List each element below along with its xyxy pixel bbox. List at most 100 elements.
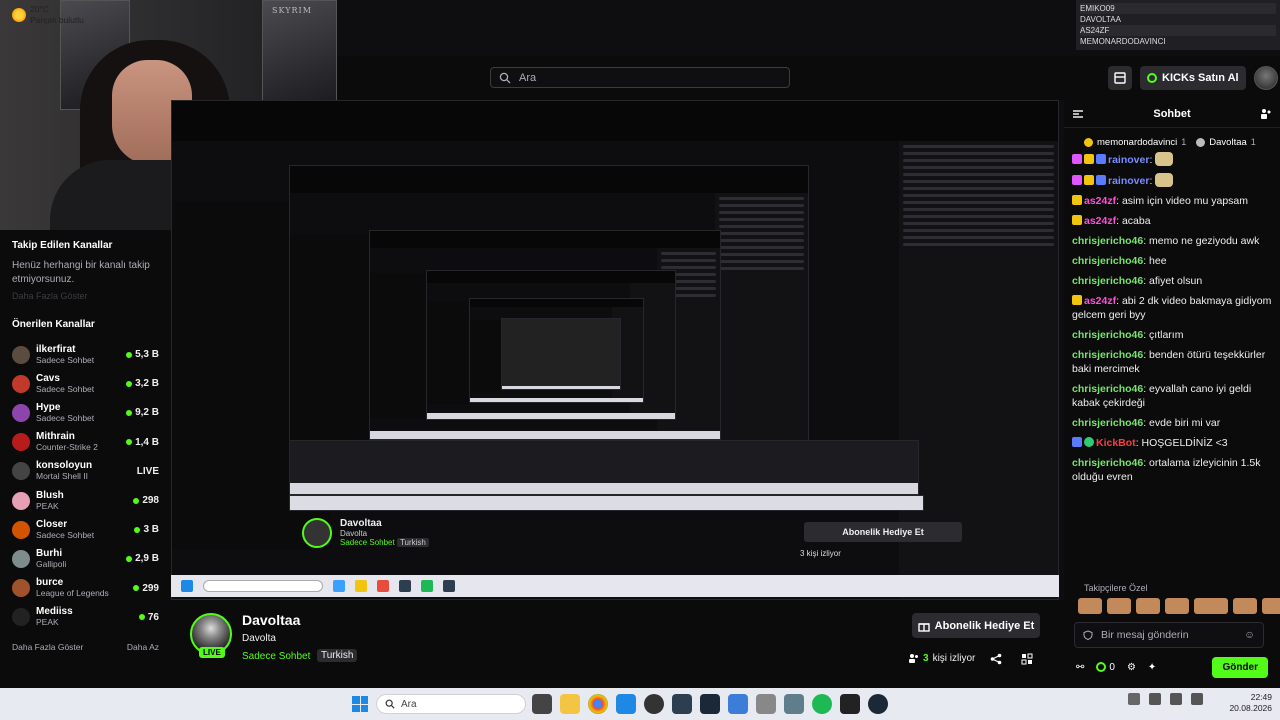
mod-list-item: DAVOLTAA [1080, 15, 1121, 24]
top-gifter-name[interactable]: Davoltaa [1209, 137, 1247, 148]
emote-icon[interactable] [1078, 598, 1102, 614]
emote-icon[interactable] [1107, 598, 1131, 614]
user-avatar[interactable] [1253, 66, 1278, 90]
chat-username[interactable]: chrisjericho46 [1072, 275, 1143, 287]
taskbar-clock[interactable]: 22:49 20.08.2026 [1222, 692, 1272, 714]
emote-icon[interactable] [1165, 598, 1189, 614]
taskbar-search-placeholder: Ara [401, 698, 417, 710]
tray-chevron-icon[interactable] [1128, 693, 1140, 705]
connections-icon[interactable]: ⚯ [1076, 662, 1084, 673]
channel-avatar [12, 403, 30, 422]
chat-username[interactable]: chrisjericho46 [1072, 235, 1143, 247]
gift-subscription-button[interactable]: Abonelik Hediye Et [912, 613, 1040, 638]
streamer-name[interactable]: Davoltaa [242, 612, 300, 628]
weather-widget[interactable]: 20°C Parçalı bulutlu [12, 4, 84, 26]
viewer-number: 3 [923, 653, 929, 664]
suggested-channel-item[interactable]: ilkerfirat Sadece Sohbet 5,3 B [12, 340, 159, 369]
suggested-channel-item[interactable]: Hype Sadece Sohbet 9,2 B [12, 398, 159, 427]
emote-icon[interactable] [1136, 598, 1160, 614]
kicks-balance[interactable]: 0 [1096, 662, 1115, 673]
chat-username[interactable]: chrisjericho46 [1072, 383, 1143, 395]
volume-icon[interactable] [1191, 693, 1203, 705]
channel-category: Sadece Sohbet [36, 412, 95, 423]
channel-name: Cavs [36, 372, 60, 384]
chat-message-input[interactable]: Bir mesaj gönderin ☺ [1074, 622, 1264, 648]
send-button[interactable]: Gönder [1212, 656, 1268, 678]
collapse-chat-icon[interactable] [1072, 108, 1084, 120]
suggested-channel-item[interactable]: Closer Sadece Sohbet 3 B [12, 515, 159, 544]
buy-kicks-button[interactable]: KICKs Satın Al [1140, 66, 1246, 90]
shield-icon [1083, 630, 1093, 640]
chat-username[interactable]: rainover [1108, 154, 1149, 166]
outlook-icon[interactable] [616, 694, 636, 714]
calculator-icon[interactable] [728, 694, 748, 714]
app-icon[interactable] [840, 694, 860, 714]
suggested-channel-item[interactable]: Burhi Gallipoli 2,9 B [12, 544, 159, 573]
suggested-channel-list: ilkerfirat Sadece Sohbet 5,3 B Cavs Sadece S… [12, 340, 159, 632]
emote-icon[interactable] [1262, 598, 1280, 614]
kicks-coin-icon [1147, 73, 1157, 83]
chat-username[interactable]: as24zf [1084, 295, 1116, 307]
suggested-channel-item[interactable]: Blush PEAK 298 [12, 486, 159, 515]
show-less-link[interactable]: Daha Az [127, 642, 159, 652]
emote-icon[interactable] [1233, 598, 1257, 614]
chat-users-icon[interactable] [1260, 108, 1272, 120]
subscriber-badge-icon [1084, 175, 1094, 185]
channel-category: PEAK [36, 500, 59, 511]
task-view-icon[interactable] [532, 694, 552, 714]
chat-username[interactable]: chrisjericho46 [1072, 255, 1143, 267]
share-icon[interactable] [990, 653, 1002, 665]
chat-username[interactable]: KickBot [1096, 437, 1136, 449]
emoji-icon[interactable]: ☺ [1244, 629, 1255, 641]
weather-sun-icon [12, 8, 26, 22]
top-gifter-name[interactable]: memonardodavinci [1097, 137, 1177, 148]
chat-input-placeholder: Bir mesaj gönderin [1101, 629, 1189, 641]
app-icon[interactable] [756, 694, 776, 714]
app-icon[interactable] [672, 694, 692, 714]
steam-icon[interactable] [700, 694, 720, 714]
chat-username[interactable]: chrisjericho46 [1072, 349, 1143, 361]
microphone-icon[interactable] [1149, 693, 1161, 705]
library-button[interactable] [1108, 66, 1132, 90]
search-input[interactable]: Ara [490, 67, 790, 88]
inner-streamer-category: Sadece Sohbet [340, 538, 395, 547]
chat-message: rainover: [1072, 152, 1272, 167]
more-options-icon[interactable] [1021, 653, 1033, 665]
inner-viewers: 3 kişi izliyor [800, 549, 841, 558]
show-more-link[interactable]: Daha Fazla Göster [12, 642, 83, 652]
chat-top-gifters: memonardodavinci 1 Davoltaa 1 [1064, 134, 1280, 150]
followed-empty-text: Henüz herhangi bir kanalı takip etmiyors… [12, 260, 150, 285]
chat-username[interactable]: chrisjericho46 [1072, 329, 1143, 341]
chat-rules-icon[interactable]: ✦ [1148, 662, 1156, 673]
taskbar-search[interactable]: Ara [376, 694, 526, 714]
channel-name: burce [36, 577, 64, 589]
suggested-channel-item[interactable]: Cavs Sadece Sohbet 3,2 B [12, 369, 159, 398]
stream-category[interactable]: Sadece Sohbet [242, 651, 310, 662]
verified-badge-icon [1096, 154, 1106, 164]
suggested-channel-item[interactable]: konsoloyun Mortal Shell II LIVE [12, 457, 159, 486]
channel-avatar [12, 549, 30, 568]
stream-tag[interactable]: Turkish [317, 649, 358, 662]
file-explorer-icon[interactable] [560, 694, 580, 714]
inner-streamer-avatar [302, 518, 332, 548]
chat-username[interactable]: rainover [1108, 175, 1149, 187]
emote-icon[interactable] [1194, 598, 1228, 614]
wifi-icon[interactable] [1170, 693, 1182, 705]
chat-username[interactable]: chrisjericho46 [1072, 417, 1143, 429]
suggested-channel-item[interactable]: Mithrain Counter-Strike 2 1,4 B [12, 428, 159, 457]
obs-icon[interactable] [644, 694, 664, 714]
app-icon[interactable] [784, 694, 804, 714]
chat-username[interactable]: chrisjericho46 [1072, 457, 1143, 469]
chat-settings-icon[interactable]: ⚙ [1127, 662, 1136, 673]
suggested-channel-item[interactable]: burce League of Legends 299 [12, 574, 159, 603]
spotify-icon[interactable] [812, 694, 832, 714]
chat-username[interactable]: as24zf [1084, 195, 1116, 207]
channel-viewers: 5,3 B [126, 349, 159, 360]
steam-icon[interactable] [868, 694, 888, 714]
taskbar-apps [532, 694, 888, 714]
suggested-channel-item[interactable]: Mediiss PEAK 76 [12, 603, 159, 632]
chrome-icon[interactable] [588, 694, 608, 714]
windows-start-icon[interactable] [352, 696, 368, 712]
chat-username[interactable]: as24zf [1084, 215, 1116, 227]
channel-category: Mortal Shell II [36, 471, 88, 482]
